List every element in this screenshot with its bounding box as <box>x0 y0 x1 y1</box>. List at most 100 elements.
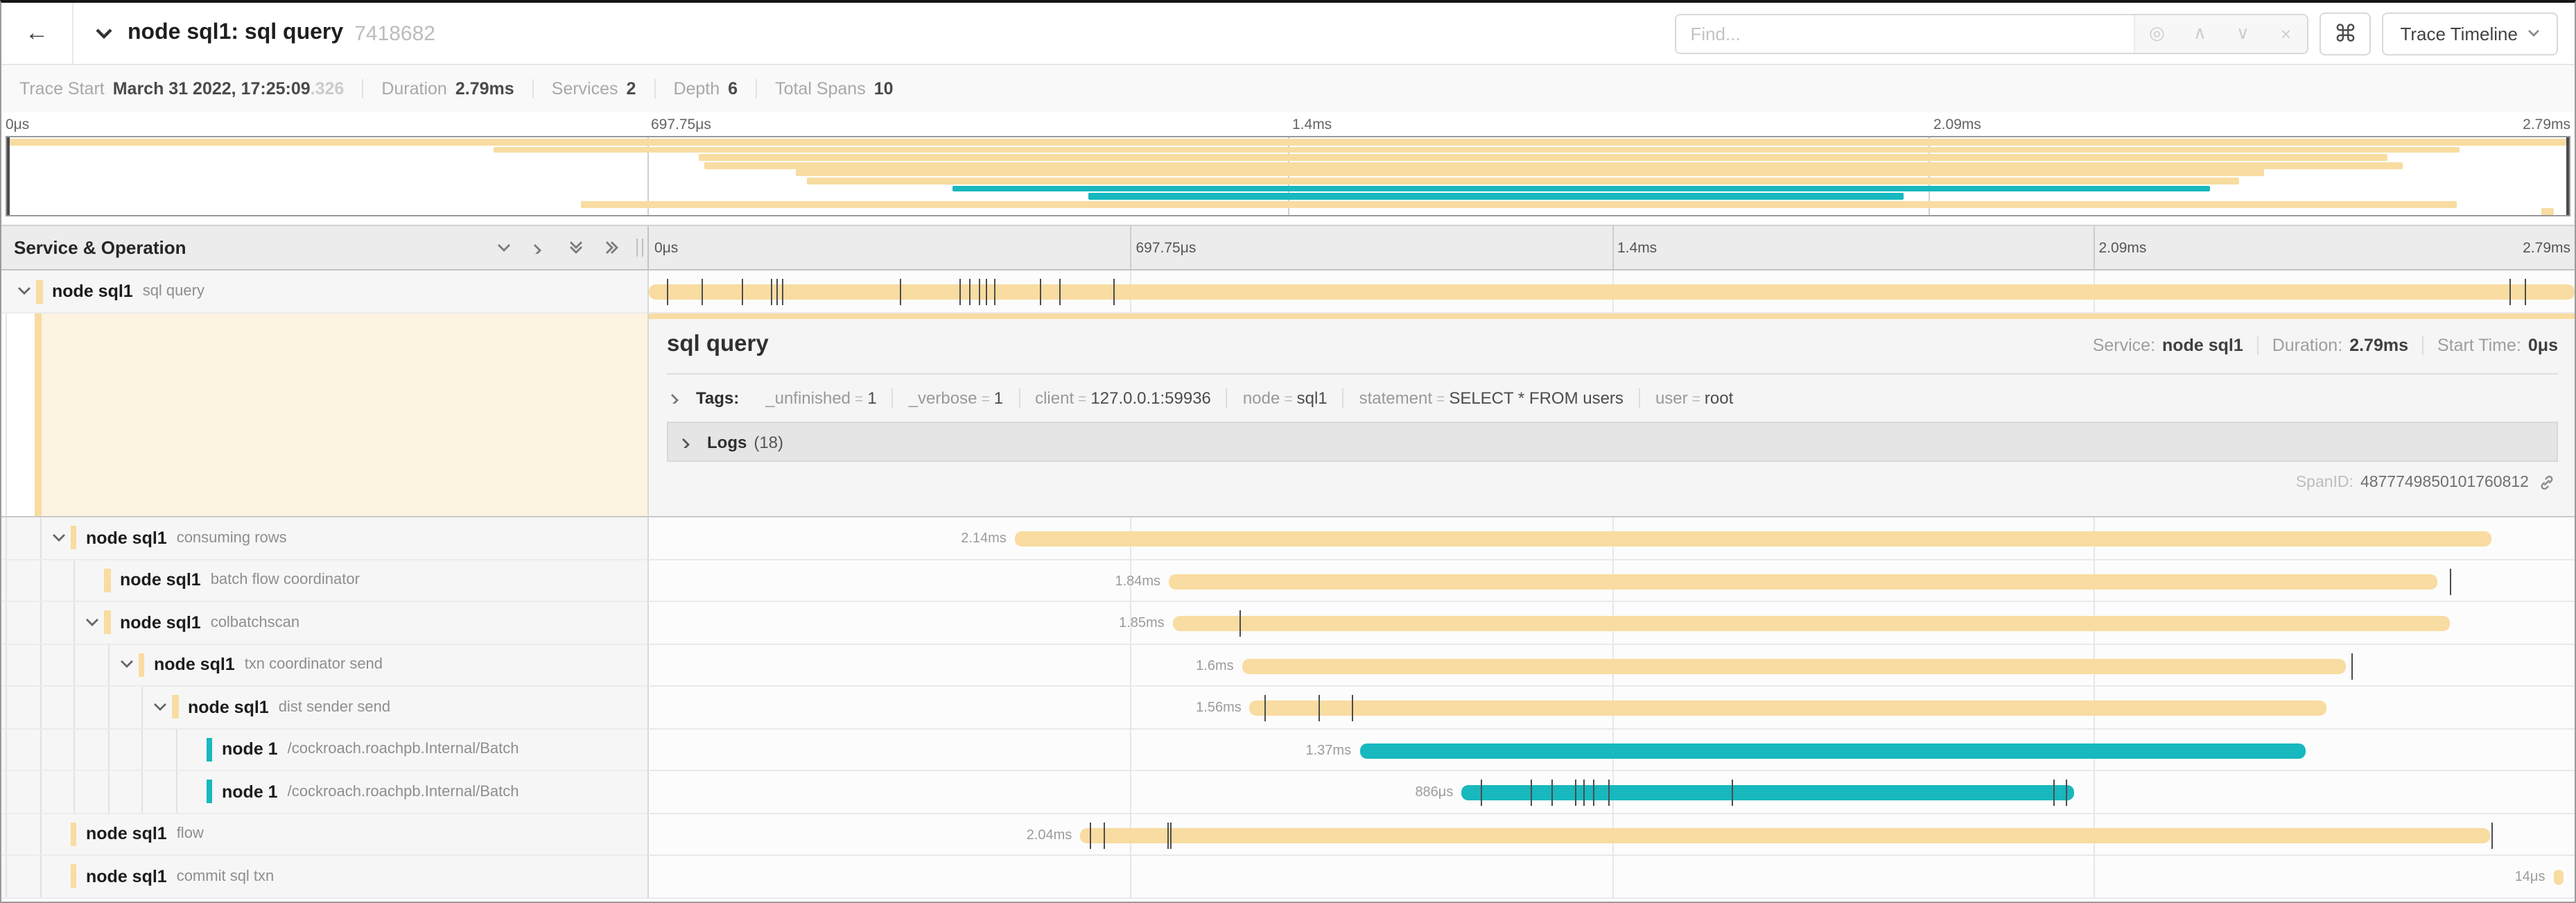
keyboard-shortcuts-button[interactable]: ⌘ <box>2320 12 2371 55</box>
log-marker[interactable] <box>1583 780 1584 806</box>
log-marker[interactable] <box>668 279 669 305</box>
span-row[interactable]: node 1/cockroach.roachpb.Internal/Batch1… <box>1 729 2575 771</box>
span-bar-cell[interactable] <box>647 270 2575 313</box>
back-button[interactable]: ← <box>1 3 73 64</box>
span-row[interactable]: node sql1txn coordinator send1.6ms <box>1 644 2575 687</box>
span-tree-cell[interactable]: node sql1sql query <box>1 270 647 313</box>
log-marker[interactable] <box>2492 822 2494 848</box>
collapse-trace-chevron-icon[interactable] <box>94 26 114 40</box>
log-marker[interactable] <box>776 279 777 305</box>
log-marker[interactable] <box>1352 695 1353 721</box>
log-marker[interactable] <box>1592 780 1594 806</box>
log-marker[interactable] <box>701 279 702 305</box>
log-marker[interactable] <box>968 279 970 305</box>
span-row[interactable]: node sql1colbatchscan1.85ms <box>1 602 2575 644</box>
log-marker[interactable] <box>2509 279 2511 305</box>
collapse-all-icon[interactable] <box>568 240 584 255</box>
log-marker[interactable] <box>2351 653 2353 679</box>
span-bar[interactable] <box>1015 531 2492 547</box>
span-tree-cell[interactable]: node sql1flow <box>1 814 647 856</box>
span-bar-cell[interactable]: 2.14ms <box>647 517 2575 560</box>
log-marker[interactable] <box>2449 568 2451 594</box>
span-bar[interactable] <box>1080 827 2489 843</box>
trace-minimap[interactable] <box>6 136 2570 216</box>
find-next-icon[interactable]: ∨ <box>2221 15 2264 52</box>
span-bar[interactable] <box>1173 616 2450 631</box>
log-marker[interactable] <box>1731 780 1732 806</box>
tags-accordion-toggle[interactable]: Tags:_unfinished=1_verbose=1client=127.0… <box>667 375 2558 422</box>
span-tree-cell[interactable]: node sql1colbatchscan <box>1 602 647 644</box>
span-bar-cell[interactable]: 1.85ms <box>647 602 2575 644</box>
span-bar-cell[interactable]: 2.04ms <box>647 814 2575 856</box>
span-row[interactable]: node sql1dist sender send1.56ms <box>1 687 2575 729</box>
logs-accordion-toggle[interactable]: Logs(18) <box>667 422 2558 462</box>
log-marker[interactable] <box>1059 279 1061 305</box>
span-bar[interactable] <box>2553 870 2563 885</box>
span-bar[interactable] <box>1250 700 2326 716</box>
log-marker[interactable] <box>978 279 980 305</box>
find-clear-icon[interactable]: × <box>2264 15 2307 52</box>
span-row[interactable]: node sql1batch flow coordinator1.84ms <box>1 560 2575 602</box>
span-bar[interactable] <box>1242 658 2346 673</box>
log-marker[interactable] <box>959 279 960 305</box>
span-tree-cell[interactable]: node sql1dist sender send <box>1 687 647 729</box>
column-resizer[interactable] <box>636 239 643 257</box>
span-row[interactable]: node sql1consuming rows2.14ms <box>1 517 2575 560</box>
span-bar[interactable] <box>1169 574 2438 589</box>
span-bar-cell[interactable]: 1.84ms <box>647 560 2575 602</box>
span-row[interactable]: node 1/cockroach.roachpb.Internal/Batch8… <box>1 771 2575 814</box>
span-bar-cell[interactable]: 1.56ms <box>647 687 2575 729</box>
span-bar-cell[interactable]: 1.37ms <box>647 729 2575 771</box>
log-marker[interactable] <box>1040 279 1041 305</box>
span-tree-cell[interactable]: node sql1commit sql txn <box>1 856 647 898</box>
collapse-one-icon[interactable] <box>496 242 512 253</box>
find-prev-icon[interactable]: ∧ <box>2178 15 2221 52</box>
span-tree-cell[interactable]: node sql1batch flow coordinator <box>1 560 647 602</box>
log-marker[interactable] <box>741 279 742 305</box>
log-marker[interactable] <box>1104 822 1105 848</box>
span-collapse-chevron-icon[interactable] <box>17 286 36 297</box>
log-marker[interactable] <box>1575 780 1576 806</box>
log-marker[interactable] <box>1319 695 1321 721</box>
span-row[interactable]: node sql1flow2.04ms <box>1 814 2575 856</box>
span-tree-cell[interactable]: node 1/cockroach.roachpb.Internal/Batch <box>1 729 647 771</box>
log-marker[interactable] <box>2053 780 2054 806</box>
log-marker[interactable] <box>2066 780 2068 806</box>
log-marker[interactable] <box>993 279 995 305</box>
minimap-left-drag-handle[interactable] <box>7 137 10 215</box>
span-bar[interactable] <box>1359 743 2305 758</box>
span-bar-cell[interactable]: 1.6ms <box>647 644 2575 687</box>
log-marker[interactable] <box>1481 780 1482 806</box>
log-marker[interactable] <box>1090 822 1091 848</box>
span-bar-cell[interactable]: 886μs <box>647 771 2575 814</box>
span-collapse-chevron-icon[interactable] <box>51 533 70 544</box>
log-marker[interactable] <box>1608 780 1609 806</box>
find-locate-icon[interactable]: ◎ <box>2135 15 2178 52</box>
span-tree-cell[interactable]: node sql1txn coordinator send <box>1 644 647 687</box>
expand-all-icon[interactable] <box>604 240 620 255</box>
log-marker[interactable] <box>782 279 783 305</box>
span-row[interactable]: node sql1commit sql txn14μs <box>1 856 2575 898</box>
span-bar[interactable] <box>649 284 2575 300</box>
log-marker[interactable] <box>1113 279 1114 305</box>
view-selector-button[interactable]: Trace Timeline <box>2382 12 2558 55</box>
log-marker[interactable] <box>1531 780 1532 806</box>
copy-link-icon[interactable] <box>2539 474 2555 491</box>
log-marker[interactable] <box>986 279 987 305</box>
find-input[interactable] <box>1676 15 2134 52</box>
log-marker[interactable] <box>2525 279 2526 305</box>
span-row[interactable]: node sql1sql query <box>1 270 2575 313</box>
span-collapse-chevron-icon[interactable] <box>153 702 172 713</box>
log-marker[interactable] <box>899 279 900 305</box>
span-bar-cell[interactable]: 14μs <box>647 856 2575 898</box>
minimap-right-drag-handle[interactable] <box>2566 137 2569 215</box>
log-marker[interactable] <box>1240 610 1242 637</box>
log-marker[interactable] <box>1167 822 1168 848</box>
log-marker[interactable] <box>1171 822 1172 848</box>
span-collapse-chevron-icon[interactable] <box>85 617 104 628</box>
log-marker[interactable] <box>1265 695 1267 721</box>
expand-one-icon[interactable] <box>532 242 548 253</box>
span-tree-cell[interactable]: node 1/cockroach.roachpb.Internal/Batch <box>1 771 647 814</box>
log-marker[interactable] <box>770 279 772 305</box>
span-tree-cell[interactable]: node sql1consuming rows <box>1 517 647 560</box>
